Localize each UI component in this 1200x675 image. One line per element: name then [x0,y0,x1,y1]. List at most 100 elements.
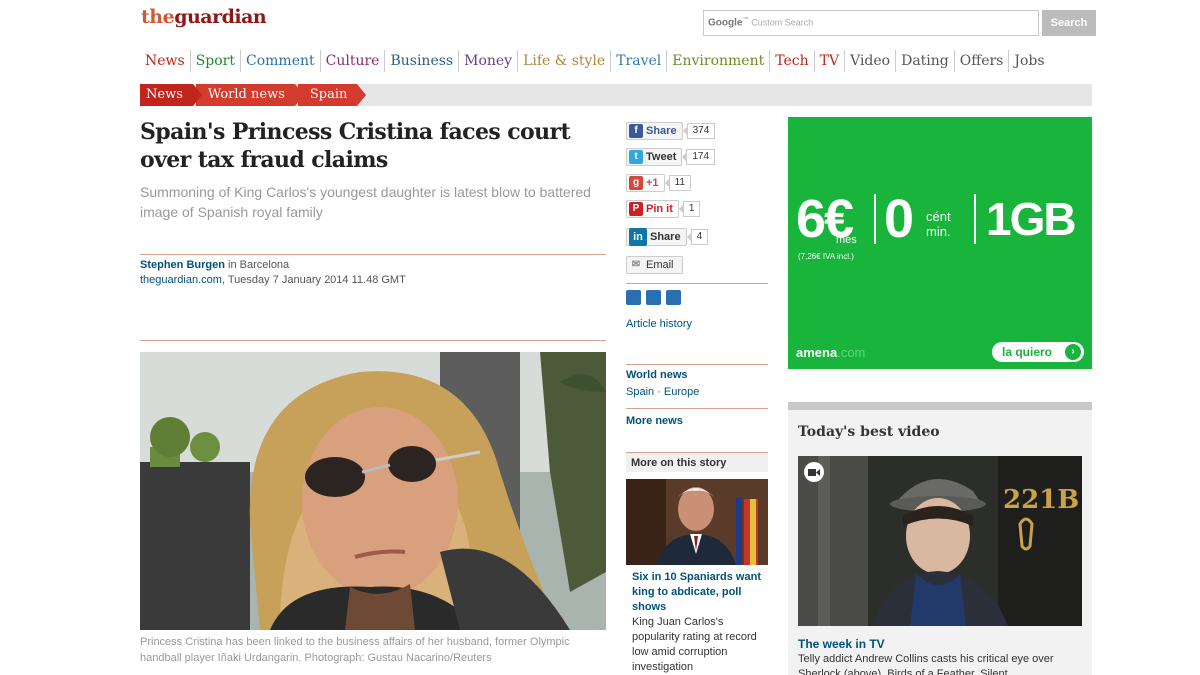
story-thumbnail[interactable] [626,479,768,565]
facebook-share-row: f Share 374 [626,122,716,140]
nav-item-video[interactable]: Video [844,50,895,72]
pinterest-share-row: P Pin it 1 [626,200,701,218]
search-input[interactable]: Google™ Custom Search [703,10,1039,36]
chevron-right-icon: › [1065,344,1081,360]
google-label: Google [708,17,743,29]
story-trail: King Juan Carlos's popularity rating at … [632,616,757,673]
googleplus-share-row: g +1 11 [626,174,691,192]
spain-europe-links[interactable]: Spain · Europe [626,386,699,398]
author-link[interactable]: Stephen Burgen [140,259,225,271]
byline-location: in Barcelona [228,259,290,271]
princess-cristina-photo [140,352,606,630]
twitter-share-row: t Tweet 174 [626,148,716,166]
save-icon[interactable] [666,290,681,305]
tool-icons [626,290,681,305]
ad-brand: amena.com [796,345,866,360]
nav-item-comment[interactable]: Comment [240,50,320,72]
email-share-row: ✉ Email [626,256,683,274]
linkedin-count: 4 [686,229,709,245]
search-placeholder: Custom Search [751,17,814,28]
publish-date: , Tuesday 7 January 2014 11.48 GMT [221,274,406,286]
video-thumbnail[interactable]: 221B [798,456,1082,626]
pinterest-count: 1 [678,201,701,217]
ad-data: 1GB [986,193,1077,245]
byline-rule [140,254,606,255]
facebook-share-button[interactable]: f Share [626,122,683,140]
nav-item-life-style[interactable]: Life & style [517,50,610,72]
site-link[interactable]: theguardian.com [140,274,222,286]
twitter-icon: t [629,150,643,164]
article-headline: Spain's Princess Cristina faces court ov… [140,119,571,173]
googleplus-icon: g [629,176,643,190]
breadcrumb-world-news[interactable]: World news [195,84,304,106]
article-photo [140,352,606,630]
email-button[interactable]: ✉ Email [626,256,683,274]
guardian-logo[interactable]: theguardian [141,6,267,28]
story-headline-link[interactable]: Six in 10 Spaniards want king to abdicat… [632,570,768,615]
breadcrumb-news[interactable]: News [140,84,202,106]
ad-separator-2 [974,194,976,244]
tweet-button[interactable]: t Tweet [626,148,683,166]
video-trail: Telly addict Andrew Collins casts his cr… [798,653,1054,675]
googleplus-button[interactable]: g +1 [626,174,665,192]
more-news-link[interactable]: More news [626,415,683,427]
main-nav: News Sport Comment Culture Business Mone… [140,50,1050,72]
pinterest-icon: P [629,202,643,216]
logo-the: the [141,6,175,28]
googleplus-count: 11 [664,175,691,191]
ad-price-note: (7,26€ IVA incl.) [798,252,854,261]
nav-item-travel[interactable]: Travel [610,50,666,72]
world-news-link[interactable]: World news [626,369,688,381]
facebook-icon: f [629,124,643,138]
nav-item-culture[interactable]: Culture [319,50,385,72]
nav-item-news[interactable]: News [140,50,190,72]
print-icon[interactable] [626,290,641,305]
video-module-title: Today's best video [798,424,940,440]
more-news-divider [626,408,768,409]
ad-price-sub: mes [836,234,857,246]
ad-cta-button[interactable]: la quiero › [992,342,1084,362]
video-label-link[interactable]: The week in TV [798,637,885,651]
email-icon: ✉ [631,259,641,270]
nav-item-offers[interactable]: Offers [953,50,1009,72]
more-on-story-header: More on this story [626,452,768,472]
nav-item-money[interactable]: Money [458,50,517,72]
photo-caption: Princess Cristina has been linked to the… [140,636,570,664]
todays-best-video: Today's best video 221B The week in TV T… [788,402,1092,675]
section-divider [626,364,768,365]
photo-rule [140,340,606,341]
article-standfirst: Summoning of King Carlos's youngest daug… [140,184,591,220]
logo-guardian: guardian [174,6,267,28]
ad-cent-sub2: min. [926,224,951,239]
ad-cent: 0 [884,189,914,249]
nav-item-environment[interactable]: Environment [666,50,769,72]
breadcrumb: News World news Spain [140,84,366,106]
linkedin-share-button[interactable]: in Share [626,228,687,246]
ad-cent-sub1: cént [926,209,951,224]
byline: Stephen Burgen in Barcelona [140,259,289,271]
pinterest-button[interactable]: P Pin it [626,200,679,218]
nav-item-sport[interactable]: Sport [189,50,240,72]
linkedin-share-row: in Share 4 [626,228,709,246]
share-divider [626,283,768,284]
door-number: 221B [1003,485,1079,515]
breadcrumb-bar: News World news Spain [140,84,1092,106]
nav-item-tv[interactable]: TV [813,50,844,72]
video-camera-icon [804,462,824,482]
king-juan-carlos-photo [626,479,768,565]
dateline: theguardian.com, Tuesday 7 January 2014 … [140,274,406,286]
nav-item-tech[interactable]: Tech [769,50,813,72]
share-icon[interactable] [646,290,661,305]
breadcrumb-spain[interactable]: Spain [297,84,366,106]
sherlock-video-still: 221B [798,456,1082,626]
article-history-link[interactable]: Article history [626,318,692,330]
nav-item-jobs[interactable]: Jobs [1008,50,1049,72]
advertisement[interactable]: 6€ mes (7,26€ IVA incl.) 0 cént min. 1GB… [788,117,1092,369]
linkedin-icon: in [629,228,647,246]
tweet-count: 174 [682,149,716,165]
ad-separator-1 [874,194,876,244]
nav-item-dating[interactable]: Dating [895,50,954,72]
search-button[interactable]: Search [1042,10,1096,36]
nav-item-business[interactable]: Business [384,50,458,72]
facebook-share-count: 374 [682,123,716,139]
